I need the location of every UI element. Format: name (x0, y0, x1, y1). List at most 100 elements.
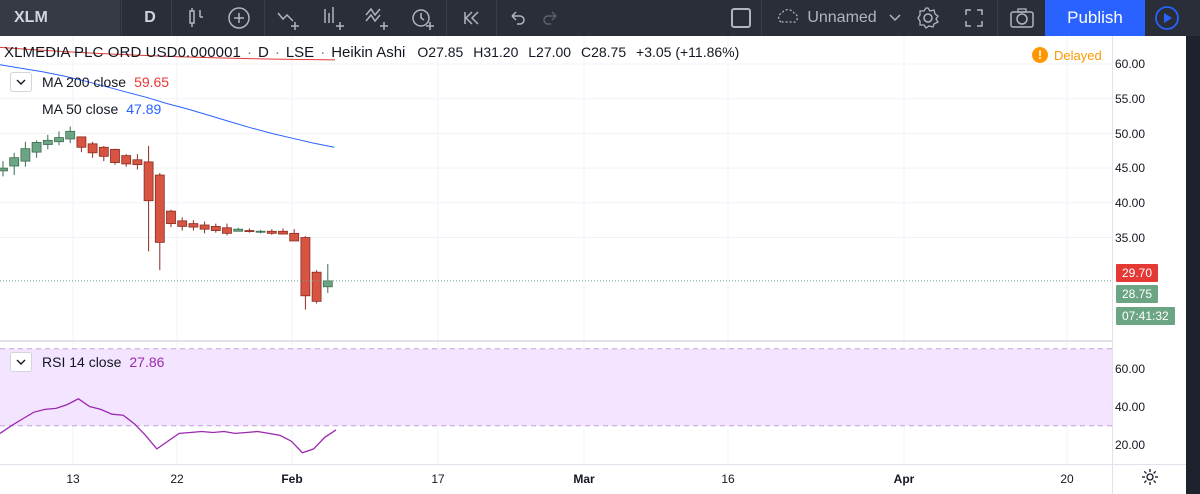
toolbar-divider (446, 0, 447, 36)
price-tick: 35.00 (1115, 231, 1146, 245)
candle-body (210, 225, 221, 231)
rsi-value: 27.86 (129, 354, 165, 370)
layout-checkbox-icon[interactable] (727, 0, 755, 36)
financials-icon[interactable] (314, 0, 350, 36)
time-tick: Mar (573, 472, 595, 486)
bar-style-icon[interactable] (178, 0, 214, 36)
rsi-tick: 40.00 (1115, 400, 1146, 414)
open-value: O27.85 (417, 44, 464, 60)
delayed-label: Delayed (1054, 47, 1102, 63)
publish-button[interactable]: Publish (1045, 0, 1145, 36)
ma200-legend[interactable]: MA 200 close 59.65 (10, 72, 169, 92)
toolbar-divider (496, 0, 497, 36)
templates-icon[interactable] (358, 0, 394, 36)
camera-icon[interactable] (1004, 0, 1040, 36)
time-tick: Feb (281, 472, 303, 486)
candle-body (266, 230, 277, 234)
cloud-icon (775, 7, 801, 30)
candle-body (278, 230, 288, 235)
candle-body (177, 220, 188, 227)
price-tick: 60.00 (1115, 57, 1146, 71)
indicators-icon[interactable] (270, 0, 306, 36)
replay-icon[interactable] (454, 0, 490, 36)
top-toolbar: XLM D Unnamed Publish (0, 0, 1200, 36)
chevron-down-icon (889, 9, 901, 27)
price-tick: 55.00 (1115, 92, 1146, 106)
collapse-indicators-button[interactable] (10, 72, 32, 92)
toolbar-divider (264, 0, 265, 36)
countdown-badge: 07:41:32 (1116, 307, 1175, 325)
right-edge (1186, 36, 1200, 494)
gear-icon (1141, 468, 1159, 491)
collapse-rsi-button[interactable] (10, 352, 32, 372)
legend-exchange: LSE (285, 44, 315, 61)
candle-body (0, 167, 8, 172)
rsi-legend[interactable]: RSI 14 close 27.86 (10, 352, 164, 372)
time-tick: 22 (170, 472, 184, 486)
last-price-badge: 28.75 (1116, 285, 1159, 303)
symbol-search[interactable]: XLM (0, 0, 120, 36)
chevron-down-icon (16, 79, 26, 85)
candle-body (244, 230, 255, 232)
ma50-value: 47.89 (126, 101, 162, 117)
candle-body (255, 230, 266, 233)
toolbar-divider (761, 0, 762, 36)
chart-settings-button[interactable] (1112, 464, 1186, 494)
delayed-status[interactable]: ! Delayed (1032, 47, 1102, 63)
close-value: C28.75 (580, 44, 627, 60)
play-icon[interactable] (1147, 0, 1187, 36)
settings-icon[interactable] (910, 0, 946, 36)
candle-body (322, 280, 333, 288)
interval-button[interactable]: D (130, 0, 170, 36)
candle-body (54, 137, 64, 143)
rsi-tick: 20.00 (1115, 438, 1146, 452)
legend-interval: D (257, 44, 269, 61)
ma200-label: MA 200 close (42, 74, 127, 90)
rsi-tick: 60.00 (1115, 362, 1146, 376)
symbol-title[interactable]: XLMEDIA PLC ORD USD0.000001 (4, 44, 241, 61)
toolbar-divider (997, 0, 998, 36)
chart-pane[interactable] (0, 36, 1112, 464)
candle-body (110, 148, 120, 163)
ma-price-badge: 29.70 (1116, 264, 1159, 282)
candle-body (31, 142, 42, 153)
chart-legend: XLMEDIA PLC ORD USD0.000001 · D · LSE · … (4, 44, 745, 61)
time-tick: 17 (431, 472, 445, 486)
candle-body (98, 146, 109, 157)
redo-icon[interactable] (536, 0, 566, 36)
legend-separator: · (320, 44, 326, 61)
ohlc-values: O27.85 H31.20 L27.00 C28.75 +3.05 (+11.8… (417, 44, 745, 60)
candle-body (9, 157, 20, 167)
toolbar-divider (171, 0, 172, 36)
toolbar-divider (121, 0, 122, 36)
candle-body (42, 139, 53, 145)
legend-separator: · (274, 44, 280, 61)
candle-body (143, 161, 154, 202)
alert-icon[interactable] (404, 0, 440, 36)
layout-name-label: Unnamed (807, 9, 877, 26)
candle-body (132, 159, 143, 166)
price-tick: 45.00 (1115, 161, 1146, 175)
price-tick: 40.00 (1115, 196, 1146, 210)
add-compare-icon[interactable] (222, 0, 256, 36)
layout-name-button[interactable]: Unnamed (768, 0, 908, 36)
ma200-value: 59.65 (134, 74, 170, 90)
ma50-label: MA 50 close (42, 101, 119, 117)
candle-body (65, 130, 76, 140)
undo-icon[interactable] (502, 0, 532, 36)
time-axis[interactable] (0, 464, 1112, 494)
rsi-label: RSI 14 close (42, 354, 122, 370)
fullscreen-icon[interactable] (956, 0, 992, 36)
candle-body (300, 237, 311, 297)
time-tick: Apr (893, 472, 915, 486)
candle-body (233, 228, 244, 232)
price-tick: 50.00 (1115, 127, 1146, 141)
legend-separator: · (246, 44, 252, 61)
candle-body (121, 155, 132, 165)
low-value: L27.00 (528, 44, 572, 60)
high-value: H31.20 (473, 44, 519, 60)
candle-body (289, 232, 300, 242)
ma50-legend[interactable]: MA 50 close 47.89 (42, 101, 161, 117)
chart-canvas[interactable] (0, 36, 1112, 464)
candle-body (166, 210, 176, 225)
